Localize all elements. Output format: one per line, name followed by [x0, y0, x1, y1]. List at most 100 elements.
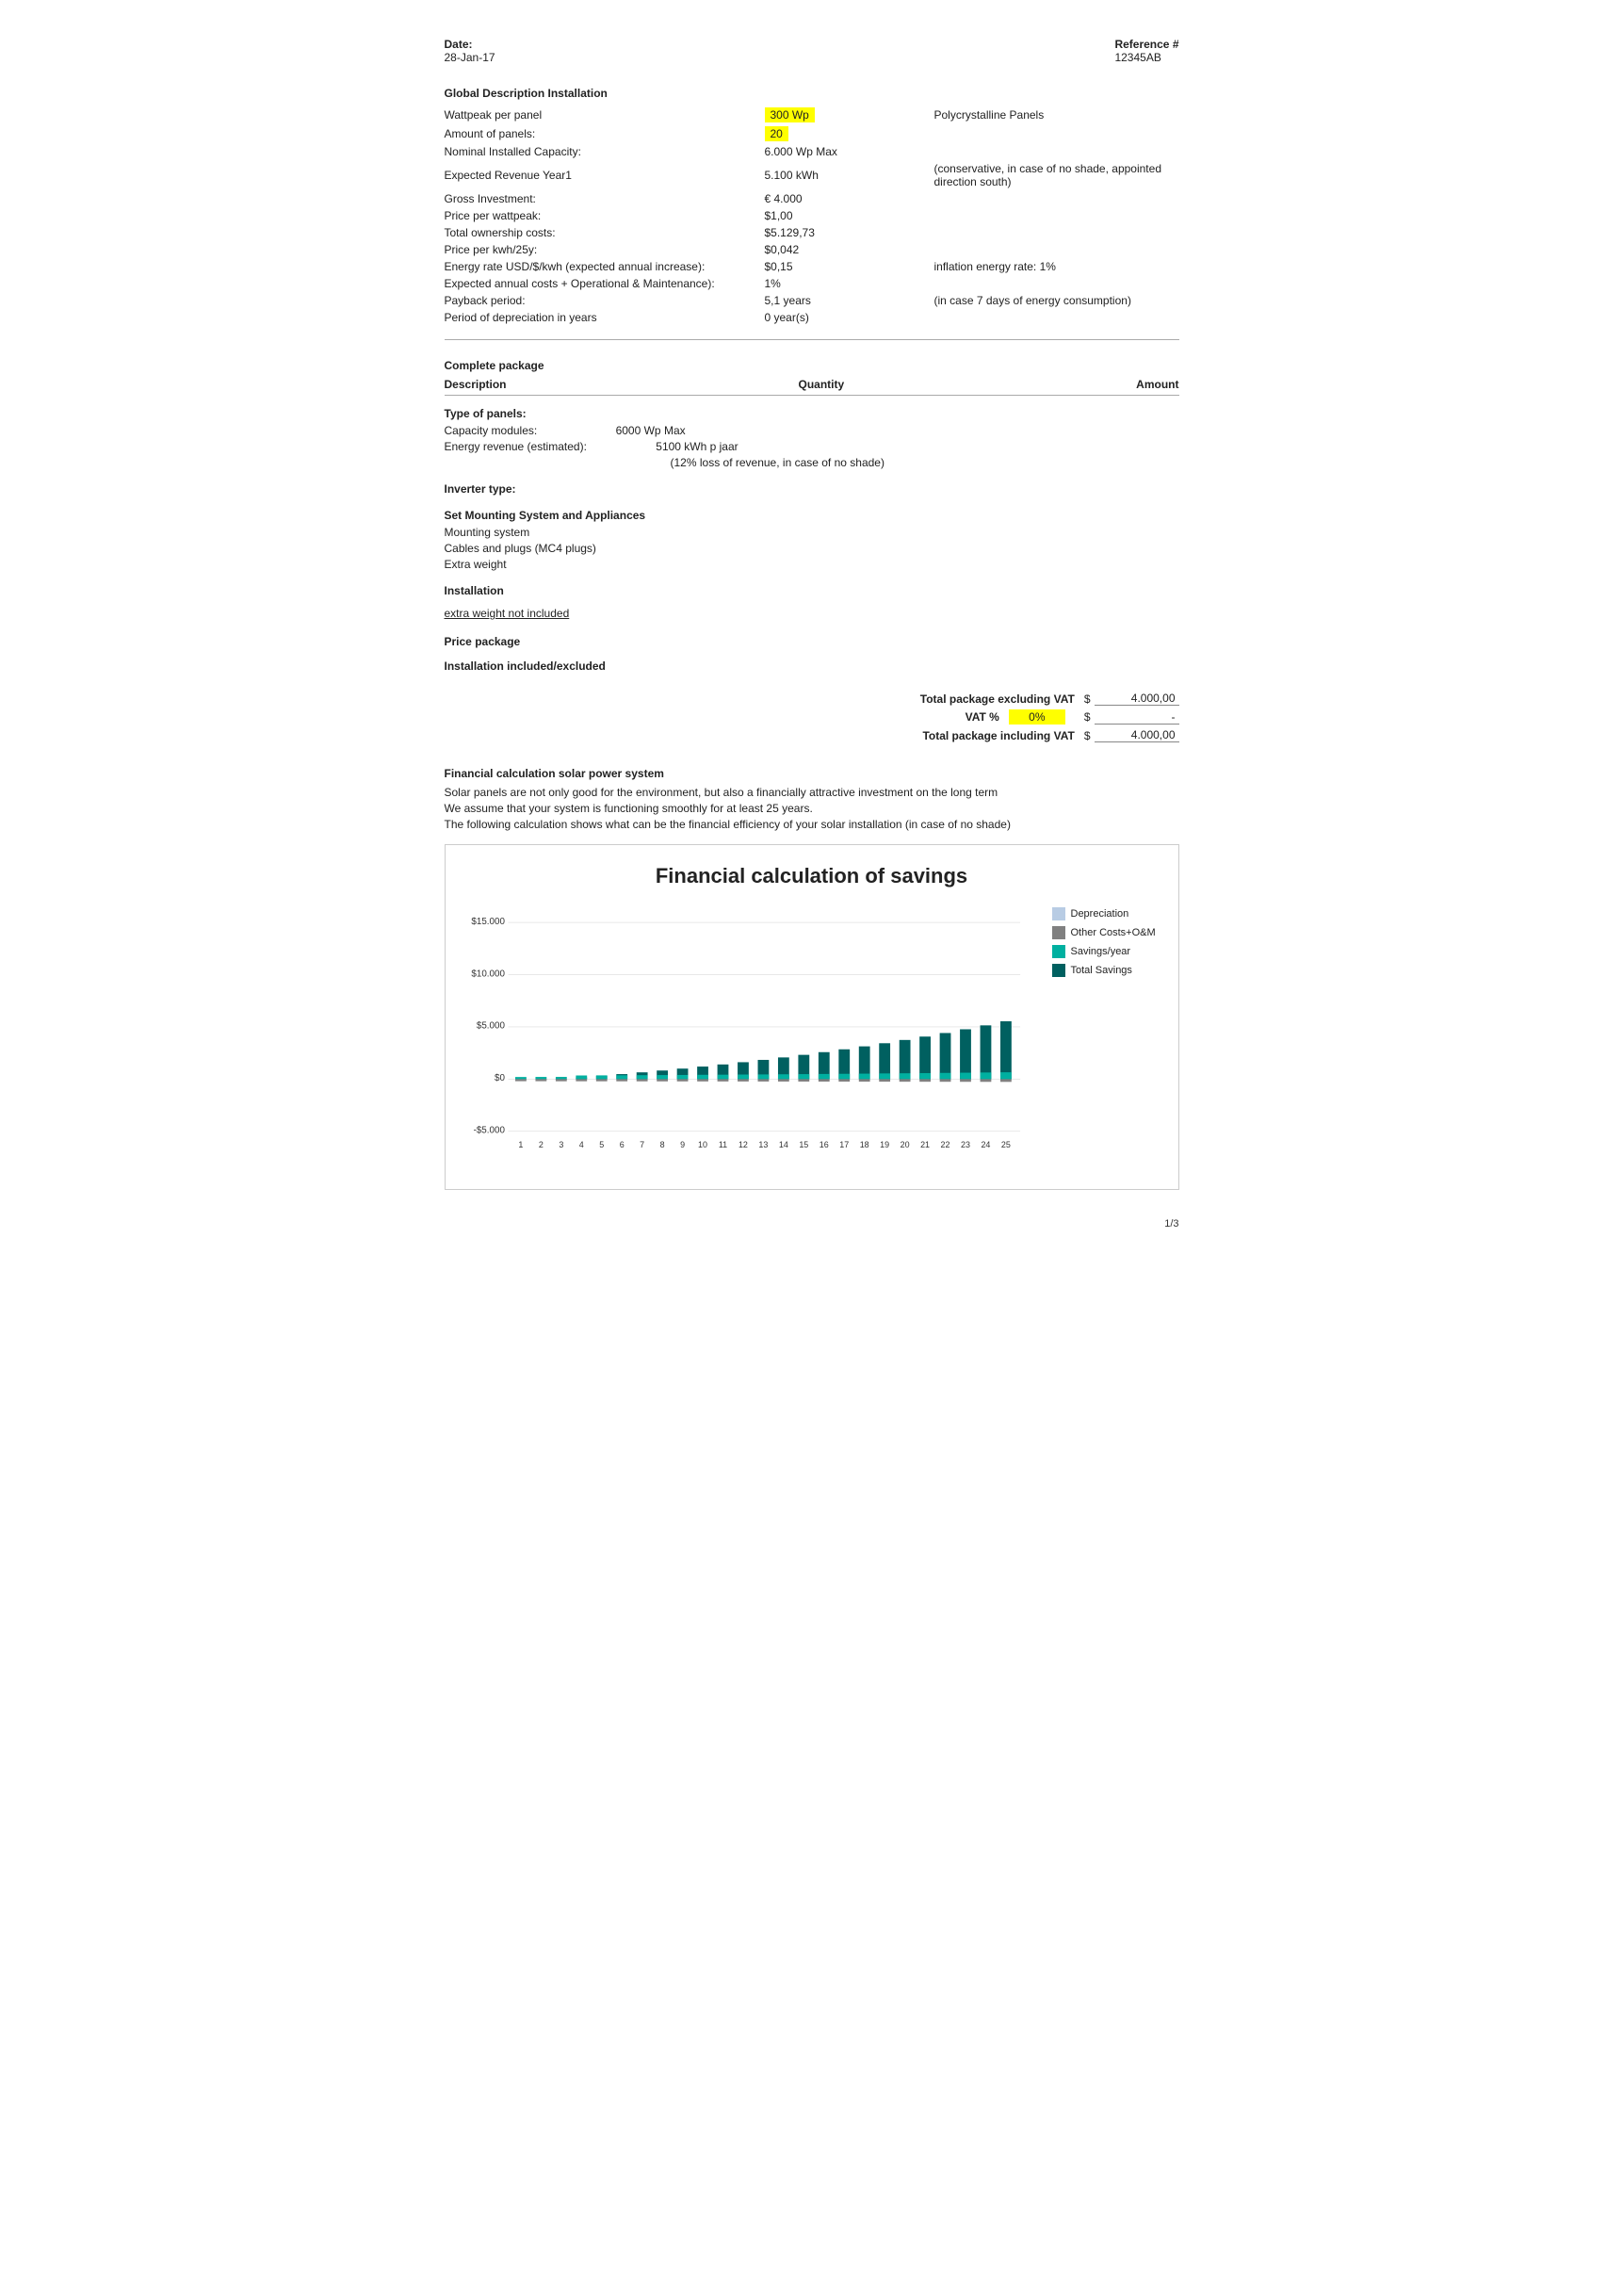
global-row-value2 [934, 241, 1179, 258]
global-row-label: Expected annual costs + Operational & Ma… [445, 275, 765, 292]
capacity-row: Capacity modules: 6000 Wp Max [445, 424, 1179, 437]
complete-package-title: Complete package [445, 359, 1179, 372]
legend-label: Other Costs+O&M [1071, 927, 1156, 938]
svg-text:25: 25 [1000, 1140, 1010, 1149]
svg-text:9: 9 [680, 1140, 685, 1149]
global-row-label: Amount of panels: [445, 124, 765, 143]
vat-row: VAT % 0% $ - [445, 709, 1179, 725]
package-table-header: Description Quantity Amount [445, 378, 1179, 396]
vat-value[interactable]: 0% [1009, 709, 1065, 725]
page-number: 1/3 [445, 1218, 1179, 1229]
global-row-value2 [934, 124, 1179, 143]
global-row-value1: 5,1 years [765, 292, 934, 309]
global-row-value2 [934, 190, 1179, 207]
global-row-value1: $0,042 [765, 241, 934, 258]
legend-color-box [1052, 945, 1065, 958]
set-mounting-label: Set Mounting System and Appliances [445, 509, 1179, 522]
svg-text:3: 3 [559, 1140, 563, 1149]
reference-label: Reference # [1114, 38, 1178, 51]
col-description: Description [445, 378, 507, 391]
svg-text:22: 22 [940, 1140, 949, 1149]
legend-color-box [1052, 926, 1065, 939]
global-row-value2 [934, 207, 1179, 224]
chart-area: $15.000 $10.000 $5.000 $0 -$5.000 123456… [464, 907, 1160, 1180]
header-reference: Reference # 12345AB [1114, 38, 1178, 64]
svg-text:4: 4 [578, 1140, 583, 1149]
global-row-value1: 300 Wp [765, 106, 934, 124]
chart-svg: $15.000 $10.000 $5.000 $0 -$5.000 123456… [464, 907, 1037, 1177]
legend-item: Depreciation [1052, 907, 1160, 920]
global-row-label: Payback period: [445, 292, 765, 309]
chart-main: $15.000 $10.000 $5.000 $0 -$5.000 123456… [464, 907, 1037, 1180]
chart-container: Financial calculation of savings $15.000… [445, 844, 1179, 1190]
legend-item: Savings/year [1052, 945, 1160, 958]
global-row-label: Gross Investment: [445, 190, 765, 207]
legend-item: Total Savings [1052, 964, 1160, 977]
global-info-table: Wattpeak per panel300 WpPolycrystalline … [445, 106, 1179, 326]
svg-text:13: 13 [758, 1140, 768, 1149]
global-row-label: Total ownership costs: [445, 224, 765, 241]
extra-weight: Extra weight [445, 558, 1179, 571]
svg-text:12: 12 [738, 1140, 747, 1149]
legend-color-box [1052, 964, 1065, 977]
legend-item: Other Costs+O&M [1052, 926, 1160, 939]
excl-vat-label: Total package excluding VAT [920, 692, 1075, 706]
energy-note: (12% loss of revenue, in case of no shad… [445, 456, 1179, 469]
global-row-value1: € 4.000 [765, 190, 934, 207]
financial-line: The following calculation shows what can… [445, 818, 1179, 831]
global-row-value2 [934, 275, 1179, 292]
svg-text:20: 20 [900, 1140, 909, 1149]
incl-vat-row: Total package including VAT $ 4.000,00 [445, 728, 1179, 742]
svg-text:19: 19 [880, 1140, 889, 1149]
global-row-label: Energy rate USD/$/kwh (expected annual i… [445, 258, 765, 275]
excl-vat-row: Total package excluding VAT $ 4.000,00 [445, 692, 1179, 706]
vat-currency: $ [1084, 710, 1091, 724]
header-date: Date: 28-Jan-17 [445, 38, 495, 64]
svg-text:23: 23 [961, 1140, 970, 1149]
financial-section: Financial calculation solar power system… [445, 767, 1179, 1190]
svg-text:8: 8 [659, 1140, 664, 1149]
svg-text:-$5.000: -$5.000 [473, 1126, 505, 1136]
svg-text:11: 11 [718, 1140, 726, 1149]
col-quantity: Quantity [799, 378, 845, 391]
excl-vat-currency: $ [1084, 692, 1091, 706]
global-row-value1: 0 year(s) [765, 309, 934, 326]
svg-text:5: 5 [599, 1140, 604, 1149]
energy-revenue-value: 5100 kWh p jaar [656, 440, 738, 453]
cables-plugs: Cables and plugs (MC4 plugs) [445, 542, 1179, 555]
energy-revenue-label: Energy revenue (estimated): [445, 440, 587, 453]
col-amount: Amount [1136, 378, 1178, 391]
installation-included: Installation included/excluded [445, 659, 1179, 673]
svg-text:$0: $0 [494, 1073, 504, 1083]
global-row-value1: $5.129,73 [765, 224, 934, 241]
global-row-value2 [934, 309, 1179, 326]
svg-text:2: 2 [538, 1140, 543, 1149]
svg-text:$15.000: $15.000 [471, 917, 505, 927]
global-row-value2: Polycrystalline Panels [934, 106, 1179, 124]
global-row-value1: 1% [765, 275, 934, 292]
divider-1 [445, 339, 1179, 340]
global-row-value1: 6.000 Wp Max [765, 143, 934, 160]
date-label: Date: [445, 38, 495, 51]
chart-legend: Depreciation Other Costs+O&M Savings/year T… [1037, 907, 1160, 983]
energy-revenue-row: Energy revenue (estimated): 5100 kWh p j… [445, 440, 1179, 453]
financial-lines: Solar panels are not only good for the e… [445, 786, 1179, 831]
extra-weight-note: extra weight not included [445, 607, 1179, 620]
installation-label: Installation [445, 584, 1179, 597]
svg-text:18: 18 [859, 1140, 868, 1149]
global-row-value2: (in case 7 days of energy consumption) [934, 292, 1179, 309]
financial-title: Financial calculation solar power system [445, 767, 1179, 780]
global-row-label: Period of depreciation in years [445, 309, 765, 326]
reference-value: 12345AB [1114, 51, 1178, 64]
global-row-label: Price per wattpeak: [445, 207, 765, 224]
legend-label: Savings/year [1071, 946, 1131, 957]
date-value: 28-Jan-17 [445, 51, 495, 64]
totals-section: Total package excluding VAT $ 4.000,00 V… [445, 692, 1179, 742]
global-section-title: Global Description Installation [445, 87, 1179, 100]
type-of-panels-label: Type of panels: [445, 407, 1179, 420]
global-row-label: Price per kwh/25y: [445, 241, 765, 258]
svg-text:17: 17 [839, 1140, 849, 1149]
global-row-value1: $1,00 [765, 207, 934, 224]
financial-line: We assume that your system is functionin… [445, 802, 1179, 815]
global-row-label: Expected Revenue Year1 [445, 160, 765, 190]
